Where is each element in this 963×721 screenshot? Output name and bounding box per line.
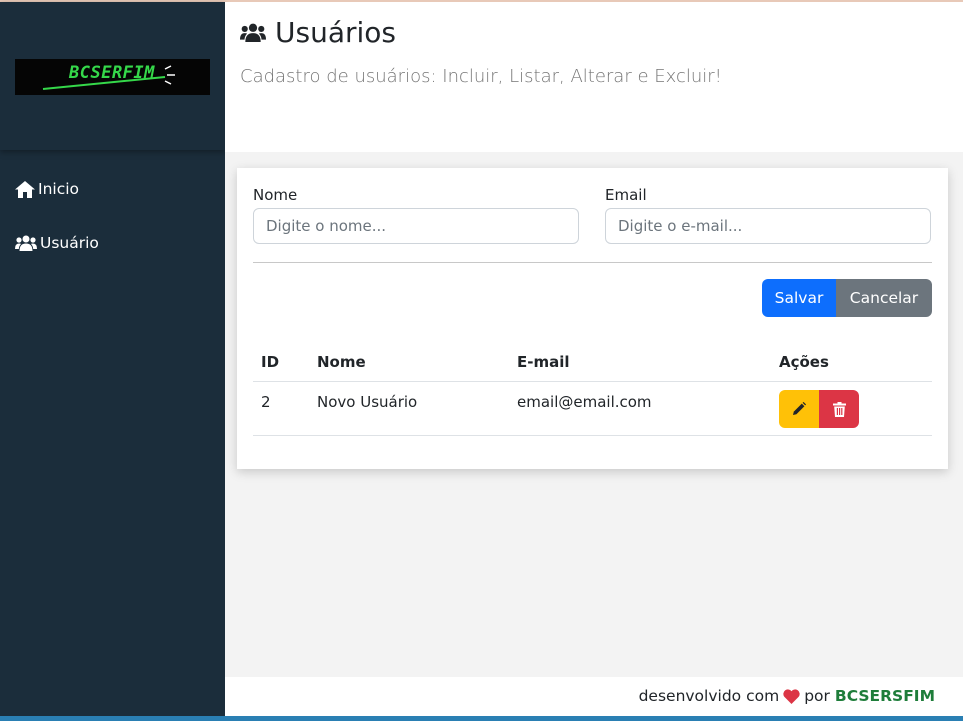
home-icon <box>15 180 35 198</box>
email-input[interactable] <box>605 208 931 244</box>
cell-id: 2 <box>253 381 309 436</box>
sidebar-item-usuario[interactable]: Usuário <box>0 216 225 270</box>
bottom-border <box>0 716 963 721</box>
page-title-wrap: Usuários <box>240 16 396 49</box>
edit-button[interactable] <box>779 390 819 428</box>
cancel-button[interactable]: Cancelar <box>836 279 932 317</box>
main-content: Nome Email Salvar Cancelar ID Nome E-mai… <box>225 152 963 677</box>
delete-button[interactable] <box>819 390 859 428</box>
page-title: Usuários <box>275 16 396 49</box>
footer-prefix: desenvolvido com <box>638 687 780 705</box>
header-acoes: Ações <box>771 342 932 382</box>
logo-text: BCSERFIM <box>69 63 155 83</box>
page-footer: desenvolvido com por BCSERSFIM <box>225 677 963 716</box>
table-row: 2 Novo Usuário email@email.com <box>253 381 932 436</box>
trash-icon <box>832 401 846 417</box>
name-input[interactable] <box>253 208 579 244</box>
users-table: ID Nome E-mail Ações 2 Novo Usuário emai… <box>253 342 932 436</box>
footer-middle: por <box>804 687 830 705</box>
table-header-row: ID Nome E-mail Ações <box>253 342 932 382</box>
cell-actions <box>771 381 932 436</box>
sidebar: BCSERFIM Inicio Usuário <box>0 2 225 716</box>
sidebar-item-label: Inicio <box>38 180 80 198</box>
footer-brand-link[interactable]: BCSERSFIM <box>835 687 935 705</box>
users-icon <box>240 23 266 42</box>
user-form-card: Nome Email Salvar Cancelar ID Nome E-mai… <box>237 168 948 469</box>
email-label: Email <box>605 186 647 204</box>
cell-email: email@email.com <box>509 381 771 436</box>
page-header: Usuários Cadastro de usuários: Incluir, … <box>225 2 963 152</box>
cell-nome: Novo Usuário <box>309 381 509 436</box>
save-button[interactable]: Salvar <box>762 279 836 317</box>
name-label: Nome <box>253 186 298 204</box>
heart-icon <box>783 688 800 704</box>
page-subtitle: Cadastro de usuários: Incluir, Listar, A… <box>240 66 722 87</box>
sidebar-nav: Inicio Usuário <box>0 162 225 270</box>
divider <box>253 262 932 263</box>
brand-logo[interactable]: BCSERFIM <box>15 59 210 95</box>
sidebar-item-label: Usuário <box>40 234 99 252</box>
sidebar-item-inicio[interactable]: Inicio <box>0 162 225 216</box>
sidebar-header: BCSERFIM <box>0 2 225 150</box>
users-icon <box>15 235 37 251</box>
header-id: ID <box>253 342 309 382</box>
header-nome: Nome <box>309 342 509 382</box>
header-email: E-mail <box>509 342 771 382</box>
pencil-icon <box>793 402 806 415</box>
footer-credit: desenvolvido com por BCSERSFIM <box>639 687 935 705</box>
